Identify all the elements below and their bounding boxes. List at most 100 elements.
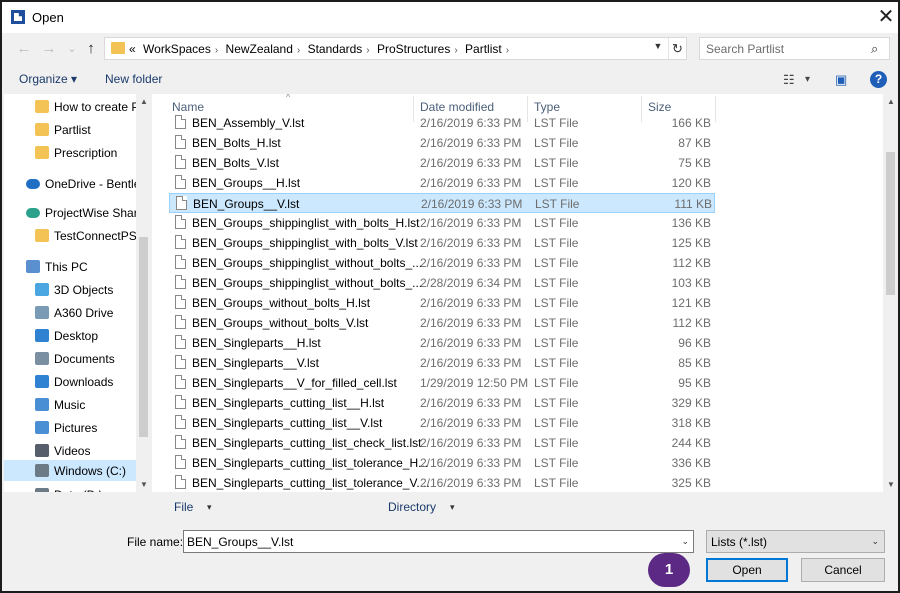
sidebar-item-onedrive-bentley[interactable]: OneDrive - Bentley: [4, 173, 136, 195]
sidebar-item-label: Videos: [54, 444, 91, 458]
back-arrow-icon[interactable]: ←: [15, 40, 33, 58]
file-type-cell: LST File: [534, 436, 579, 450]
chevron-down-icon[interactable]: ⌄: [871, 536, 879, 547]
scroll-up-icon[interactable]: ▲: [887, 97, 895, 106]
file-name-value[interactable]: BEN_Groups__V.lst: [187, 535, 293, 549]
file-icon: [175, 255, 186, 269]
sidebar-item-prescription[interactable]: Prescription: [4, 142, 136, 164]
sidebar-item-testconnectps[interactable]: TestConnectPS: [4, 225, 136, 247]
column-header-name[interactable]: Name: [172, 100, 204, 114]
file-name-cell: BEN_Singleparts__V.lst: [192, 356, 319, 370]
table-row[interactable]: BEN_Bolts_H.lst 2/16/2019 6:33 PM LST File…: [169, 133, 715, 153]
open-button[interactable]: Open: [706, 558, 788, 582]
breadcrumb-standards[interactable]: Standards: [308, 42, 363, 56]
view-dropdown-icon[interactable]: ▾: [805, 74, 810, 85]
column-divider[interactable]: [715, 96, 716, 122]
file-type-cell: LST File: [534, 416, 579, 430]
date-modified-cell: 2/16/2019 6:33 PM: [420, 356, 522, 370]
breadcrumb-newzealand[interactable]: NewZealand: [226, 42, 293, 56]
column-header-date[interactable]: Date modified: [420, 100, 494, 114]
sidebar-item-data-d[interactable]: Data (D:): [4, 484, 136, 492]
directory-filter[interactable]: Directory: [388, 500, 436, 514]
sidebar-item-label: ProjectWise Share: [45, 206, 136, 220]
up-arrow-icon[interactable]: ↑: [82, 40, 100, 58]
sidebar-item-projectwise-share[interactable]: ProjectWise Share: [4, 202, 136, 224]
table-row[interactable]: BEN_Bolts_V.lst 2/16/2019 6:33 PM LST File…: [169, 153, 715, 173]
search-box[interactable]: Search Partlist ⌕: [699, 37, 890, 60]
file-type-select[interactable]: Lists (*.lst) ⌄: [706, 530, 885, 553]
scroll-down-icon[interactable]: ▼: [140, 480, 148, 489]
sidebar-item-how-to-create-pr[interactable]: How to create Pr: [4, 96, 136, 118]
table-row[interactable]: BEN_Singleparts__V.lst 2/16/2019 6:33 PM L…: [169, 353, 715, 373]
sidebar-item-a360-drive[interactable]: A360 Drive: [4, 302, 136, 324]
new-folder-button[interactable]: New folder: [105, 72, 162, 86]
breadcrumb-partlist[interactable]: Partlist: [465, 42, 502, 56]
table-row[interactable]: BEN_Groups_shippinglist_without_bolts_..…: [169, 253, 715, 273]
sidebar-item-partlist[interactable]: Partlist: [4, 119, 136, 141]
breadcrumb-overflow[interactable]: «: [129, 42, 136, 56]
cancel-button[interactable]: Cancel: [801, 558, 885, 582]
table-row[interactable]: BEN_Groups_shippinglist_without_bolts_..…: [169, 273, 715, 293]
table-row[interactable]: BEN_Singleparts_cutting_list__V.lst 2/16/…: [169, 413, 715, 433]
breadcrumb-workspaces[interactable]: WorkSpaces: [143, 42, 211, 56]
table-row[interactable]: BEN_Groups_shippinglist_with_bolts_V.lst…: [169, 233, 715, 253]
folder-icon: [111, 42, 125, 54]
preview-pane-icon[interactable]: ▣: [835, 72, 847, 88]
file-filter-dropdown-icon[interactable]: ▾: [207, 502, 212, 513]
search-input[interactable]: Search Partlist: [706, 42, 784, 56]
nav-scrollbar[interactable]: ▲ ▼: [136, 94, 151, 492]
file-icon: [175, 415, 186, 429]
file-filter[interactable]: File: [174, 500, 193, 514]
table-row[interactable]: BEN_Singleparts_cutting_list_tolerance_V…: [169, 473, 715, 492]
file-size-cell: 96 KB: [678, 336, 711, 350]
sidebar-item-label: 3D Objects: [54, 283, 114, 297]
search-icon[interactable]: ⌕: [871, 41, 878, 57]
scroll-down-icon[interactable]: ▼: [887, 480, 895, 489]
table-row[interactable]: BEN_Groups_shippinglist_with_bolts_H.lst…: [169, 213, 715, 233]
organize-menu[interactable]: Organize ▾: [19, 72, 77, 86]
directory-filter-dropdown-icon[interactable]: ▾: [450, 502, 455, 513]
table-row[interactable]: BEN_Assembly_V.lst 2/16/2019 6:33 PM LST F…: [169, 113, 715, 133]
breadcrumb-prostructures[interactable]: ProStructures: [377, 42, 450, 56]
recent-locations-icon[interactable]: ⌄: [63, 40, 81, 58]
nav-scroll-thumb[interactable]: [139, 237, 148, 437]
file-size-cell: 329 KB: [671, 396, 711, 410]
refresh-icon[interactable]: ↻: [668, 38, 686, 59]
table-row[interactable]: BEN_Groups_without_bolts_H.lst 2/16/2019 …: [169, 293, 715, 313]
address-dropdown-icon[interactable]: ▼: [651, 41, 665, 51]
table-row[interactable]: BEN_Groups_without_bolts_V.lst 2/16/2019 …: [169, 313, 715, 333]
file-list-scroll-thumb[interactable]: [886, 152, 895, 295]
sidebar-item-windows-c[interactable]: Windows (C:): [4, 460, 136, 481]
file-icon: [175, 475, 186, 489]
sidebar-item-music[interactable]: Music: [4, 394, 136, 416]
table-row[interactable]: BEN_Groups__V.lst 2/16/2019 6:33 PM LST Fi…: [169, 193, 715, 213]
scroll-up-icon[interactable]: ▲: [140, 97, 148, 106]
date-modified-cell: 2/16/2019 6:33 PM: [420, 336, 522, 350]
sidebar-item-3d-objects[interactable]: 3D Objects: [4, 279, 136, 301]
table-row[interactable]: BEN_Singleparts_cutting_list__H.lst 2/16/…: [169, 393, 715, 413]
forward-arrow-icon[interactable]: →: [40, 40, 58, 58]
file-name-dropdown-icon[interactable]: ⌄: [681, 536, 689, 547]
sidebar-item-pictures[interactable]: Pictures: [4, 417, 136, 439]
help-icon[interactable]: ?: [870, 71, 887, 88]
close-icon[interactable]: ✕: [872, 4, 900, 30]
table-row[interactable]: BEN_Singleparts_cutting_list_tolerance_H…: [169, 453, 715, 473]
file-list-scrollbar[interactable]: ▲ ▼: [883, 94, 898, 492]
table-row[interactable]: BEN_Singleparts_cutting_list_check_list.…: [169, 433, 715, 453]
file-name-label: File name:: [127, 535, 184, 549]
address-bar[interactable]: « WorkSpaces › NewZealand › Standards › Pro…: [104, 37, 687, 60]
view-options-icon[interactable]: ☷: [783, 72, 795, 88]
sidebar-item-downloads[interactable]: Downloads: [4, 371, 136, 393]
sidebar-item-desktop[interactable]: Desktop: [4, 325, 136, 347]
column-header-type[interactable]: Type: [534, 100, 560, 114]
table-row[interactable]: BEN_Singleparts__H.lst 2/16/2019 6:33 PM L…: [169, 333, 715, 353]
column-header-size[interactable]: Size: [648, 100, 671, 114]
sidebar-item-this-pc[interactable]: This PC: [4, 256, 136, 278]
table-row[interactable]: BEN_Groups__H.lst 2/16/2019 6:33 PM LST Fi…: [169, 173, 715, 193]
file-name-field[interactable]: BEN_Groups__V.lst ⌄: [183, 530, 694, 553]
table-row[interactable]: BEN_Singleparts__V_for_filled_cell.lst 1/…: [169, 373, 715, 393]
sidebar-item-videos[interactable]: Videos: [4, 440, 136, 462]
sidebar-item-documents[interactable]: Documents: [4, 348, 136, 370]
file-name-cell: BEN_Groups_shippinglist_without_bolts_..…: [192, 276, 423, 290]
sidebar-item-label: This PC: [45, 260, 88, 274]
